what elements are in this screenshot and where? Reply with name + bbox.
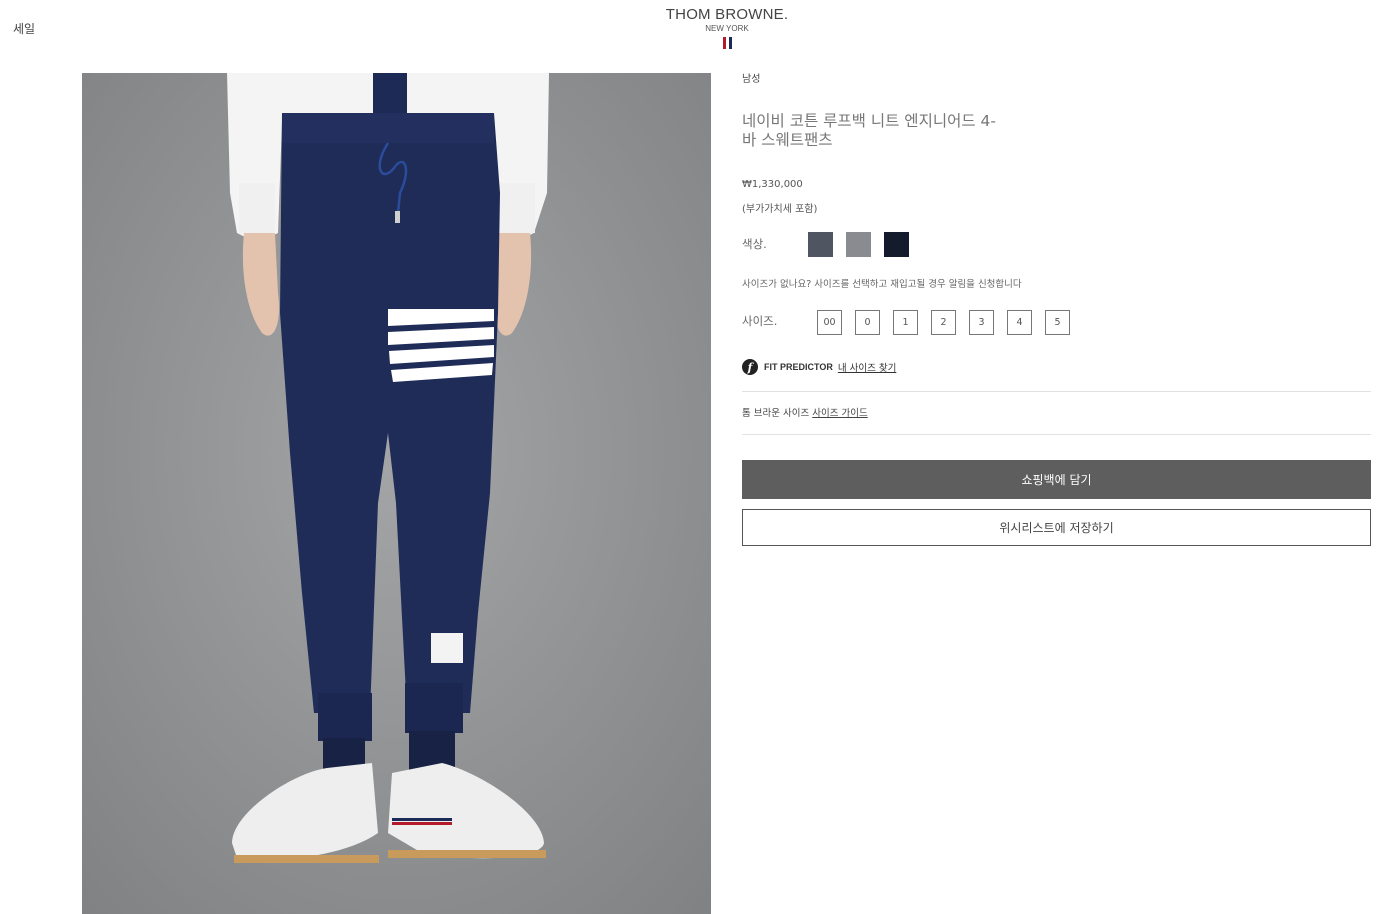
divider [742,434,1371,435]
find-my-size-link[interactable]: 내 사이즈 찾기 [838,360,896,374]
color-swatch-gray[interactable] [846,232,871,257]
size-guide-prefix: 톰 브라운 사이즈 [742,408,810,419]
color-swatch-navy[interactable] [884,232,909,257]
add-to-bag-button[interactable]: 쇼핑백에 담기 [742,460,1371,499]
color-swatches [808,232,909,257]
fit-predictor-brand: FIT PREDICTOR [764,362,833,372]
brand-logo[interactable]: THOM BROWNE. NEW YORK [666,6,788,49]
size-option-3[interactable]: 3 [969,310,994,335]
product-photo-illustration [82,73,711,914]
size-option-00[interactable]: 00 [817,310,842,335]
size-option-4[interactable]: 4 [1007,310,1032,335]
size-guide-row: 톰 브라운 사이즈 사이즈 가이드 [742,405,868,419]
size-label: 사이즈. [742,314,778,328]
size-option-5[interactable]: 5 [1045,310,1070,335]
brand-name: THOM BROWNE. [665,6,789,23]
color-swatch-charcoal[interactable] [808,232,833,257]
product-image[interactable] [82,73,711,914]
fit-predictor-row: f FIT PREDICTOR 내 사이즈 찾기 [742,359,896,375]
gender-label: 남성 [742,74,761,85]
save-to-wishlist-button[interactable]: 위시리스트에 저장하기 [742,509,1371,546]
size-guide-link[interactable]: 사이즈 가이드 [812,408,867,419]
size-option-0[interactable]: 0 [855,310,880,335]
size-options: 00 0 1 2 3 4 5 [817,310,1070,335]
header-logo-area: THOM BROWNE. NEW YORK [0,6,1379,53]
product-title: 네이비 코튼 루프백 니트 엔지니어드 4-바 스웨트팬츠 [742,112,996,149]
divider [742,391,1371,392]
color-label: 색상. [742,237,767,251]
size-option-2[interactable]: 2 [931,310,956,335]
fit-predictor-icon: f [742,359,758,375]
product-price: ₩1,330,000 [742,179,803,190]
vat-note: (부가가치세 포함) [742,204,818,215]
brand-subtitle: NEW YORK [705,24,749,33]
size-option-1[interactable]: 1 [893,310,918,335]
size-restock-notice: 사이즈가 없나요? 사이즈를 선택하고 재입고될 경우 알림을 신청합니다 [742,279,1022,290]
tricolor-flag-icon [666,37,788,49]
